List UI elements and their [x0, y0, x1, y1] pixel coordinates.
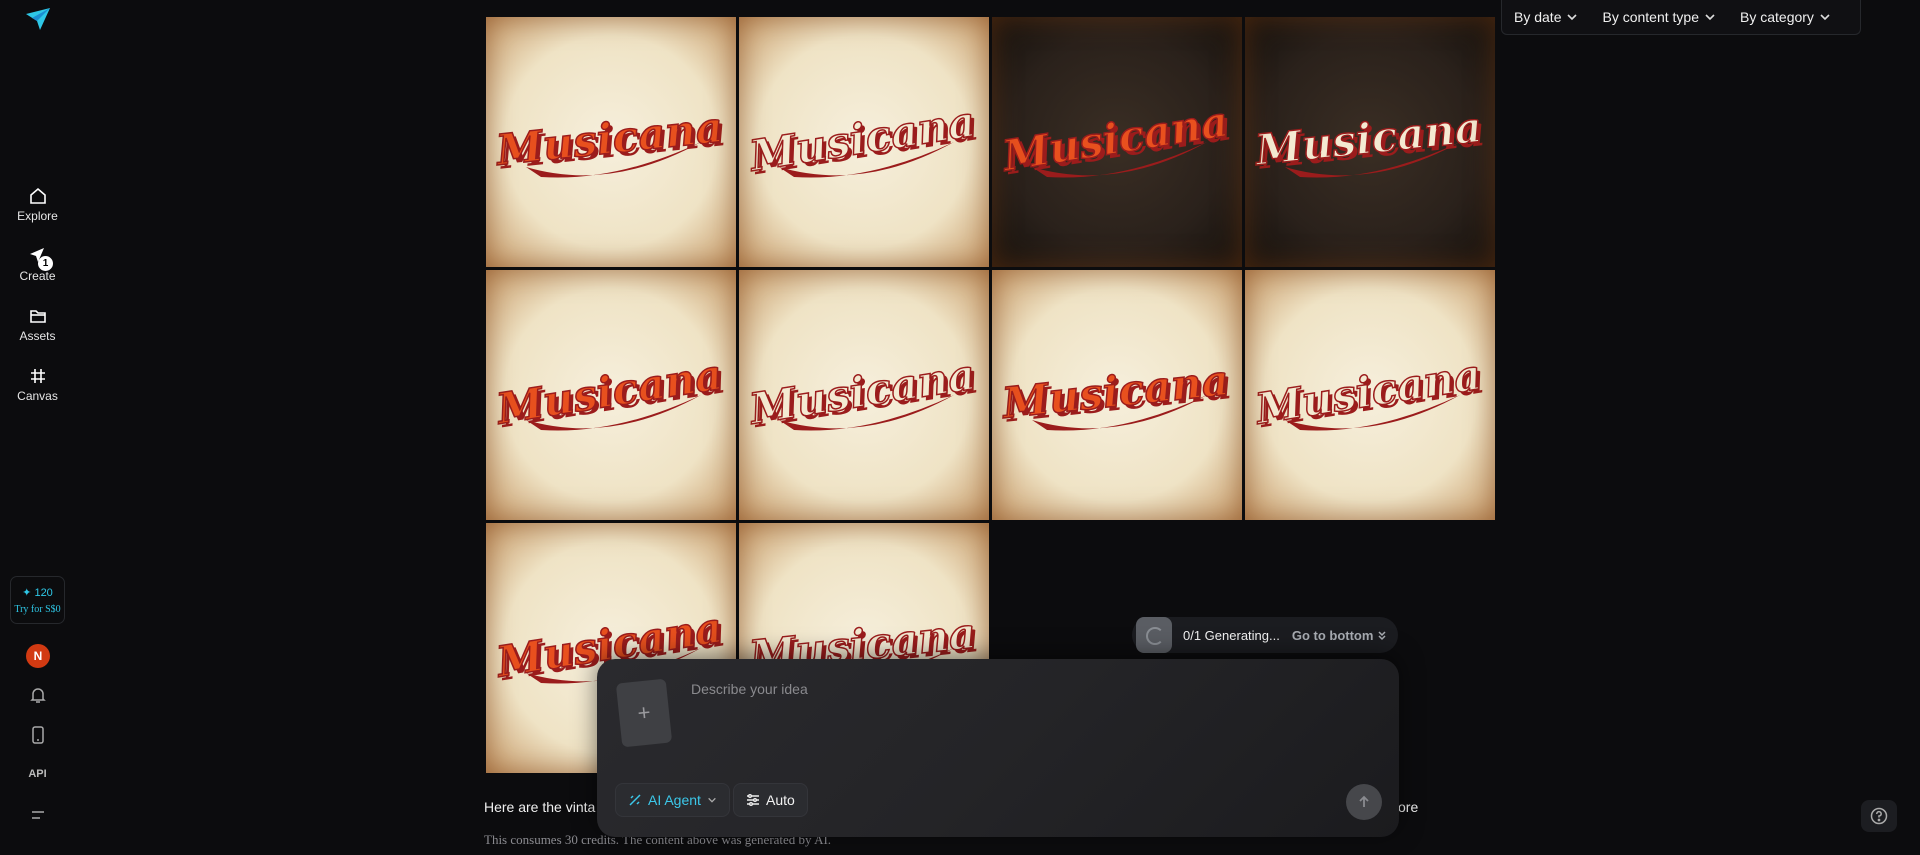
sidebar-item-canvas[interactable]: Canvas [0, 366, 75, 403]
sidebar-item-create[interactable]: 1 Create [0, 246, 75, 283]
bell-icon[interactable] [27, 684, 49, 706]
spinner-icon [1136, 617, 1172, 653]
agent-icon [629, 794, 641, 806]
mode-button[interactable]: Auto [733, 783, 808, 817]
double-chevron-down-icon [1378, 631, 1386, 641]
create-badge: 1 [38, 256, 53, 271]
generated-image[interactable]: Musicana Musicana [1245, 270, 1495, 520]
chevron-down-icon [1705, 14, 1715, 21]
folder-icon [29, 310, 46, 323]
generating-text: 0/1 Generating... [1183, 627, 1280, 643]
filter-by-content-type[interactable]: By content type [1590, 9, 1728, 25]
sliders-icon [747, 794, 759, 806]
credits-card[interactable]: ✦ 120 Try for S$0 [10, 576, 65, 624]
generating-status: 0/1 Generating... Go to bottom [1132, 617, 1398, 653]
help-icon [1870, 807, 1888, 825]
filter-by-category[interactable]: By category [1728, 9, 1843, 25]
chevron-down-icon [708, 797, 716, 803]
prompt-input[interactable] [689, 679, 1373, 773]
generated-image[interactable]: Musicana Musicana [739, 17, 989, 267]
menu-icon[interactable] [27, 804, 49, 826]
credits-cta: Try for S$0 [14, 604, 61, 615]
assistant-message: Here are the vinta [484, 799, 596, 815]
go-to-bottom-link[interactable]: Go to bottom [1292, 628, 1389, 643]
assistant-message-tail: ore [1398, 799, 1419, 815]
canvas-icon [30, 369, 45, 383]
arrow-up-icon [1359, 795, 1369, 807]
generated-image[interactable]: Musicana Musicana [992, 270, 1242, 520]
sidebar-item-label: Assets [19, 329, 56, 343]
sidebar-item-label: Canvas [17, 389, 58, 403]
filter-label: By content type [1602, 9, 1699, 25]
filter-label: By category [1740, 9, 1814, 25]
sidebar-item-assets[interactable]: Assets [0, 306, 75, 343]
filter-label: By date [1514, 9, 1562, 25]
chevron-down-icon [1820, 14, 1830, 21]
filter-by-date[interactable]: By date [1502, 9, 1590, 25]
generated-image[interactable]: Musicana Musicana [992, 17, 1242, 267]
send-button[interactable] [1346, 784, 1382, 820]
generated-image[interactable]: Musicana Musicana [1245, 17, 1495, 267]
go-to-bottom-label: Go to bottom [1291, 627, 1374, 643]
generated-image[interactable]: Musicana Musicana [739, 270, 989, 520]
home-icon [29, 187, 46, 204]
avatar[interactable]: N [26, 644, 50, 668]
app-logo-icon[interactable] [24, 6, 52, 34]
add-reference-image-button[interactable]: + [615, 678, 673, 748]
generated-image[interactable]: Musicana Musicana [486, 270, 736, 520]
sidebar-item-label: Create [19, 269, 56, 283]
sidebar-item-label: Explore [17, 209, 58, 223]
chevron-down-icon [1567, 14, 1578, 21]
help-button[interactable] [1861, 800, 1897, 832]
sidebar-item-explore[interactable]: Explore [0, 186, 75, 223]
api-link[interactable]: API [0, 768, 75, 780]
mode-label: Auto [766, 792, 795, 808]
ai-agent-label: AI Agent [648, 792, 701, 808]
sidebar: Explore 1 Create Assets Canvas ✦ 120 Try… [0, 0, 75, 855]
mobile-app-icon[interactable] [27, 724, 49, 746]
credits-amount: ✦ 120 [22, 587, 53, 599]
filter-bar: By date By content type By category [1501, 0, 1861, 35]
ai-agent-dropdown[interactable]: AI Agent [615, 783, 730, 817]
prompt-composer: + AI Agent Auto [597, 659, 1399, 837]
generated-image[interactable]: Musicana Musicana [486, 17, 736, 267]
